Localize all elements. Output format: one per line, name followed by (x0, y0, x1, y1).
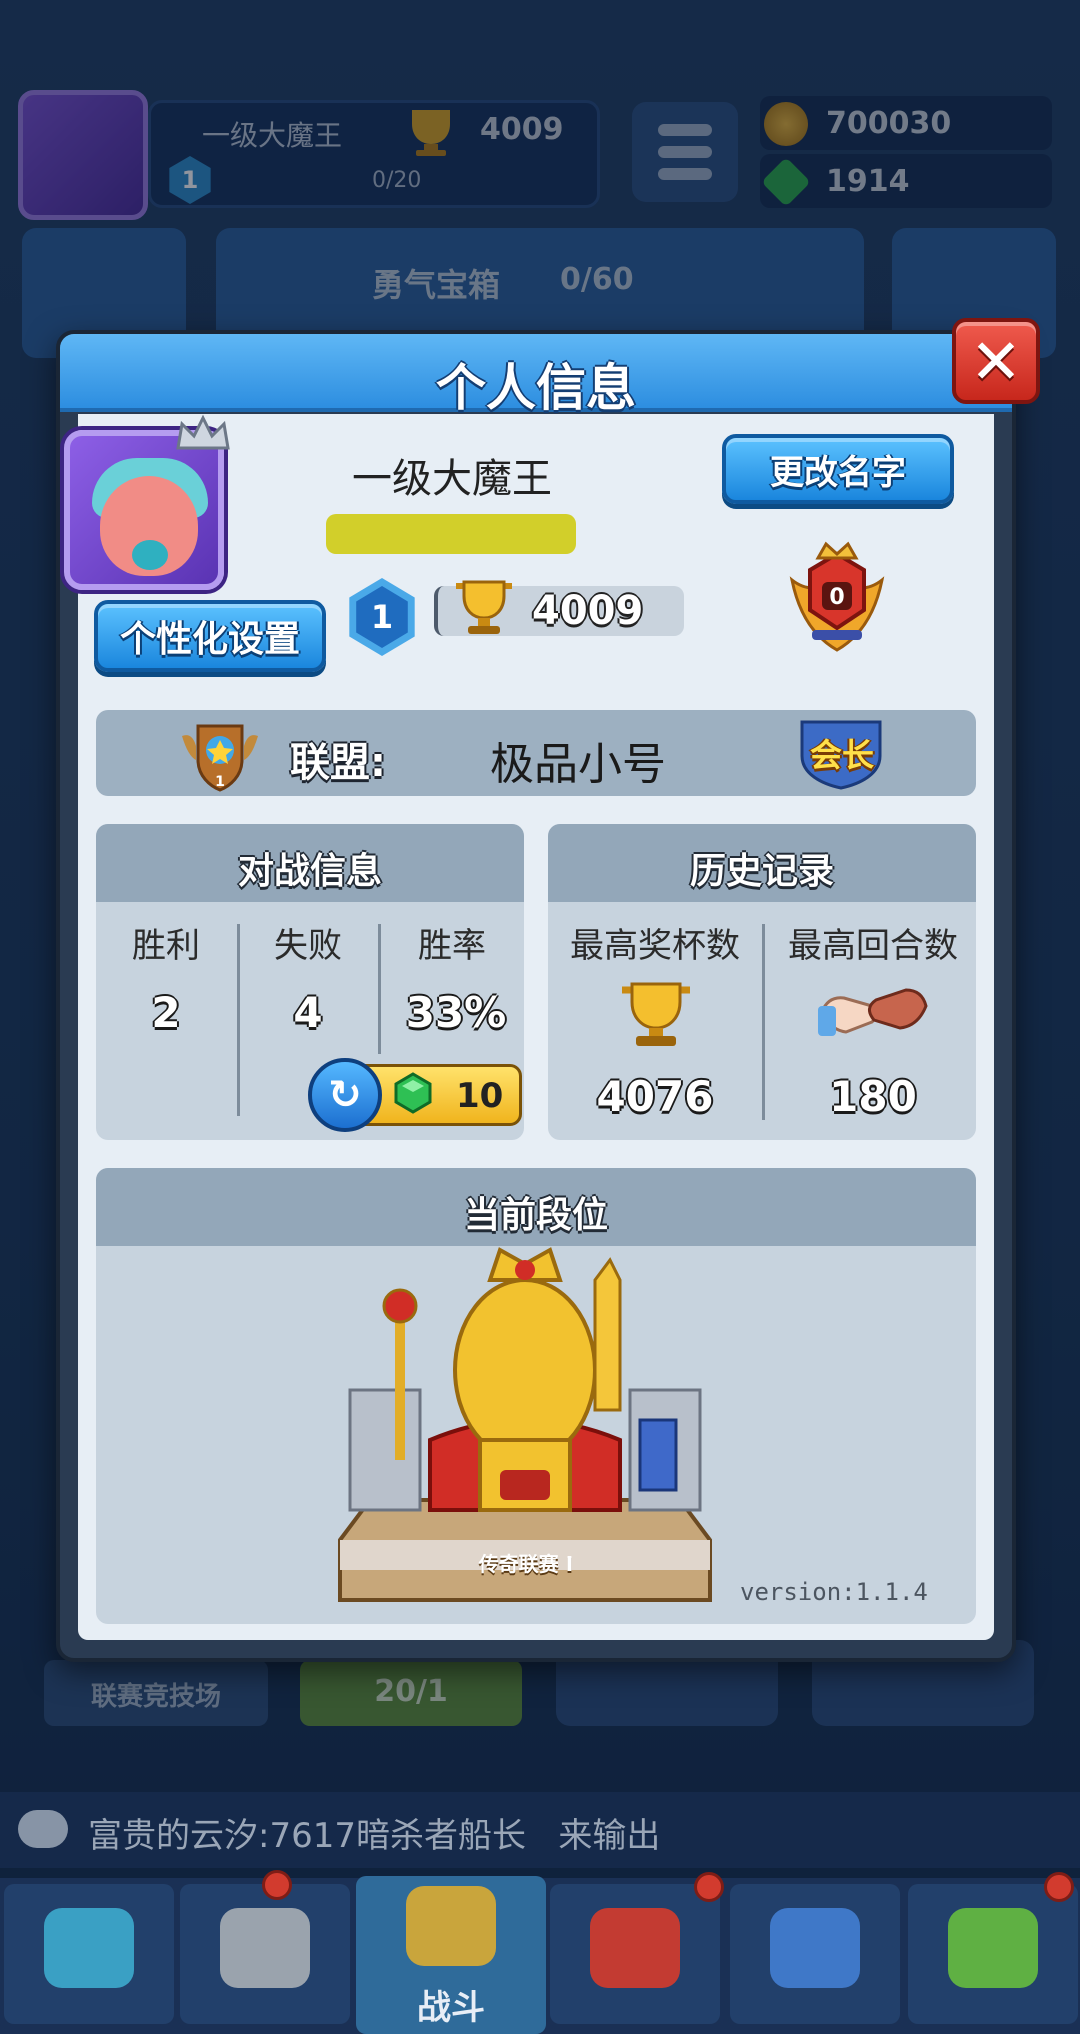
losses-header: 失败 (274, 926, 342, 966)
max-rounds-value: 180 (829, 1072, 917, 1121)
chat-message: 富贵的云汐:7617暗杀者船长 来输出 (88, 1816, 661, 1856)
level-value: 1 (370, 598, 394, 636)
nav-ranking[interactable] (550, 1884, 720, 2024)
helmet-icon (220, 1908, 310, 1988)
crown-icon (176, 414, 230, 450)
battle-info-header: 对战信息 (96, 824, 524, 902)
version-label: version:1.1.4 (740, 1578, 928, 1606)
notification-dot (1044, 1872, 1074, 1902)
nav-battle[interactable]: 战斗 (356, 1876, 546, 2034)
column-divider (237, 924, 240, 1116)
nav-battle-label: 战斗 (417, 1988, 485, 2028)
alliance-badge-level: 1 (215, 774, 225, 790)
name-highlight (326, 514, 576, 554)
refresh-icon: ↻ (308, 1058, 382, 1132)
current-rank-header: 当前段位 (96, 1168, 976, 1246)
alliance-role: 会长 (809, 736, 874, 774)
max-trophies-header: 最高奖杯数 (570, 926, 740, 966)
trophy-icon (622, 982, 690, 1046)
reset-cost: 10 (456, 1076, 504, 1116)
rank-emblem-icon: 0 (789, 541, 885, 652)
max-rounds-header: 最高回合数 (788, 926, 958, 966)
customize-label: 个性化设置 (119, 619, 300, 660)
close-icon: ✕ (970, 324, 1022, 398)
history-header: 历史记录 (548, 824, 976, 902)
rank-badge-value: 0 (829, 585, 844, 610)
history-title: 历史记录 (689, 851, 834, 892)
sprout-icon (948, 1908, 1038, 1988)
league-name: 传奇联赛 I (478, 1552, 574, 1576)
winrate-header: 胜率 (418, 926, 486, 966)
chat-bubble-icon (18, 1810, 68, 1848)
nav-heroes[interactable] (180, 1884, 350, 2024)
crossed-swords-icon (406, 1886, 496, 1966)
rename-button[interactable]: 更改名字 (722, 434, 954, 504)
nav-shop[interactable] (4, 1884, 174, 2024)
trophy-count: 4009 (532, 588, 644, 634)
losses-value: 4 (293, 988, 323, 1037)
pacifier-icon (132, 540, 168, 570)
column-divider (378, 924, 381, 1054)
alliance-banner-icon (770, 1908, 860, 1988)
alliance-badge-icon: 1 (182, 724, 258, 792)
rename-label: 更改名字 (770, 452, 906, 493)
wins-header: 胜利 (132, 926, 200, 966)
modal-header: 个人信息 (60, 334, 1012, 417)
alliance-name: 极品小号 (490, 739, 666, 790)
modal-title: 个人信息 (436, 359, 636, 417)
player-avatar[interactable] (64, 430, 224, 590)
close-button[interactable]: ✕ (952, 318, 1040, 404)
customize-button[interactable]: 个性化设置 (94, 600, 326, 672)
battle-info-title: 对战信息 (237, 851, 382, 892)
gem-icon (394, 1072, 432, 1114)
notification-dot (262, 1870, 292, 1900)
winrate-value: 33% (405, 988, 507, 1037)
handshake-icon (818, 988, 928, 1036)
crown-shield-icon (590, 1908, 680, 1988)
notification-dot (694, 1872, 724, 1902)
wins-value: 2 (151, 988, 181, 1037)
treasure-chest-icon (44, 1908, 134, 1988)
current-rank-title: 当前段位 (463, 1195, 608, 1236)
alliance-label: 联盟: (290, 740, 386, 786)
trophy-icon (456, 580, 512, 634)
column-divider (762, 924, 765, 1120)
nav-garden[interactable] (908, 1884, 1078, 2024)
player-name: 一级大魔王 (352, 456, 552, 502)
nav-alliance[interactable] (730, 1884, 900, 2024)
max-trophies-value: 4076 (596, 1072, 714, 1121)
